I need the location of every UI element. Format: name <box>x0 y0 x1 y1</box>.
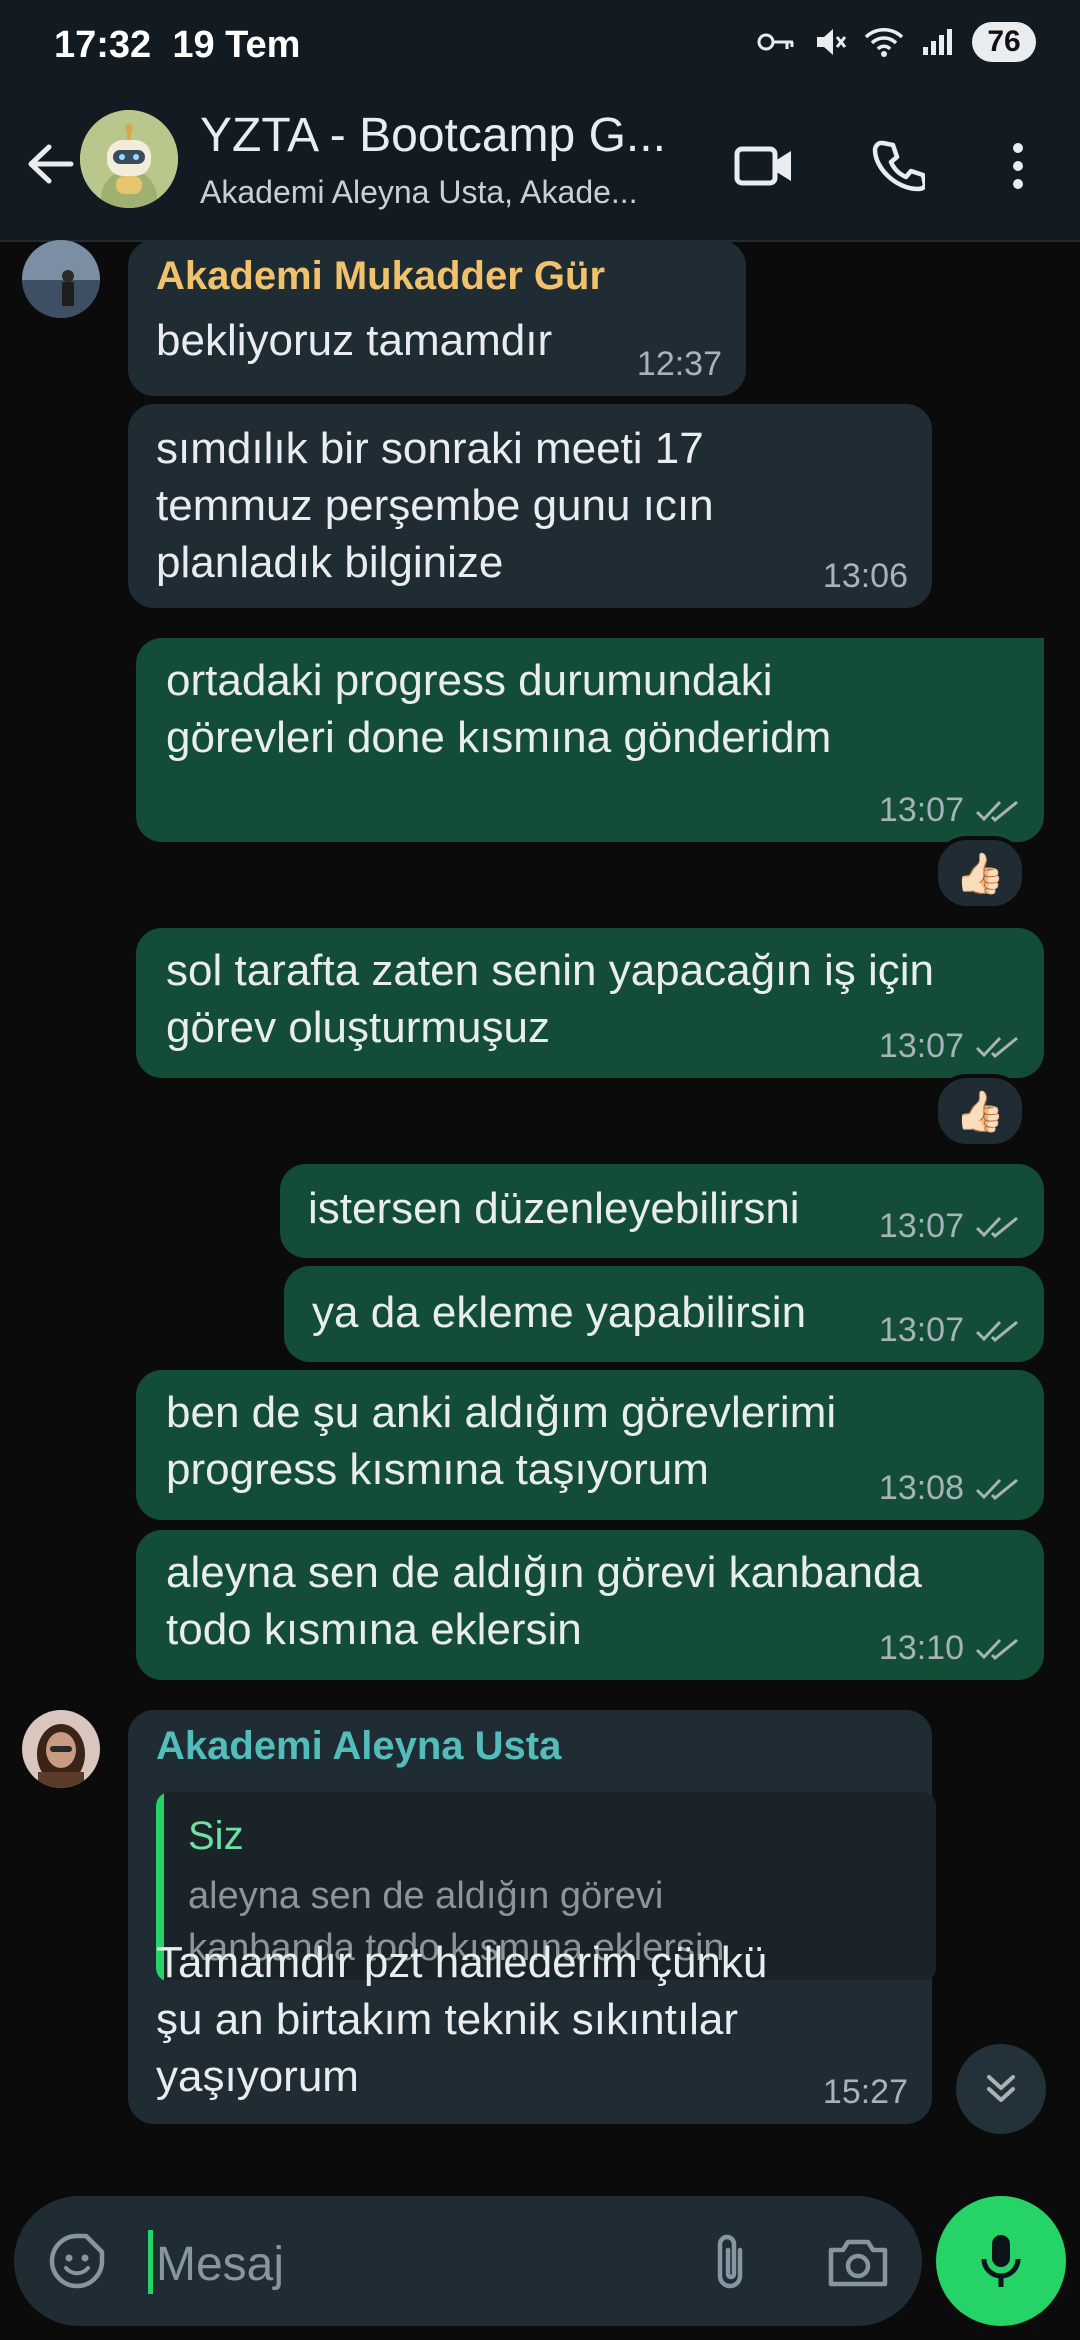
reaction-badge[interactable]: 👍🏻 <box>934 836 1026 910</box>
paperclip-icon <box>717 2234 743 2289</box>
message-composer <box>14 2196 922 2326</box>
chat-members[interactable]: Akademi Aleyna Usta, Akade... <box>200 174 680 211</box>
double-check-icon <box>975 1478 1018 1500</box>
double-check-icon <box>975 1036 1018 1058</box>
voice-call-button[interactable] <box>858 126 938 206</box>
message-text: ya da ekleme yapabilirsin <box>312 1288 807 1337</box>
message-time: 13:07 <box>878 1311 964 1349</box>
scroll-to-bottom-button[interactable] <box>956 2044 1046 2134</box>
signal-icon <box>918 22 958 62</box>
status-bar: 17:32 19 Tem 76 <box>0 0 1080 96</box>
message-text: ben de şu anki aldığım görevlerimi progr… <box>166 1388 837 1494</box>
message-bubble-outgoing[interactable]: ortadaki progress durumundaki görevleri … <box>136 638 1044 842</box>
chat-title[interactable]: YZTA - Bootcamp G... <box>200 108 700 163</box>
text-cursor <box>148 2230 153 2294</box>
sender-name[interactable]: Akademi Aleyna Usta <box>156 1724 561 1769</box>
message-list[interactable]: Akademi Mukadder Gür bekliyoruz tamamdır… <box>0 240 1080 2190</box>
sender-avatar-aleyna[interactable] <box>22 1710 100 1788</box>
message-text: aleyna sen de aldığın görevi kanbanda to… <box>166 1548 922 1654</box>
message-time: 13:07 <box>878 791 964 829</box>
sender-avatar-mukadder[interactable] <box>22 240 100 318</box>
voice-message-button[interactable] <box>936 2196 1066 2326</box>
double-check-icon <box>975 1638 1018 1660</box>
camera-button[interactable] <box>818 2224 898 2300</box>
message-time: 15:27 <box>822 2073 908 2111</box>
message-time: 13:08 <box>878 1469 964 1507</box>
message-text: sol tarafta zaten senin yapacağın iş içi… <box>166 946 935 1052</box>
message-time: 13:10 <box>878 1629 964 1667</box>
microphone-icon <box>981 2235 1021 2287</box>
message-time: 12:37 <box>636 345 722 383</box>
double-chevron-down-icon <box>987 2075 1015 2102</box>
double-check-icon <box>975 1216 1018 1238</box>
message-meta: 12:37 <box>637 345 722 384</box>
status-icons: 76 <box>756 22 1036 62</box>
message-text: Tamamdır pzt hallederim çünkü şu an birt… <box>156 1938 768 2101</box>
message-text: bekliyoruz tamamdır <box>156 316 553 365</box>
vpn-key-icon <box>756 22 796 62</box>
group-avatar[interactable] <box>80 110 178 208</box>
emoji-sticker-button[interactable] <box>42 2226 112 2296</box>
message-bubble-outgoing[interactable]: ya da ekleme yapabilirsin 13:07 <box>284 1266 1044 1362</box>
message-meta: 15:27 <box>823 2073 908 2112</box>
message-meta: 13:07 <box>879 1027 1020 1066</box>
quote-author: Siz <box>188 1814 244 1858</box>
message-meta: 13:06 <box>823 557 908 596</box>
more-vertical-icon <box>1013 143 1023 189</box>
double-check-icon <box>975 800 1018 822</box>
camera-icon <box>828 2239 888 2287</box>
wifi-icon <box>864 22 904 62</box>
message-bubble-outgoing[interactable]: aleyna sen de aldığın görevi kanbanda to… <box>136 1530 1044 1680</box>
message-time: 13:07 <box>878 1207 964 1245</box>
message-bubble-incoming[interactable]: Akademi Mukadder Gür bekliyoruz tamamdır… <box>128 240 746 396</box>
attach-button[interactable] <box>692 2224 768 2300</box>
message-input[interactable] <box>154 2232 678 2296</box>
phone-icon <box>872 140 925 192</box>
message-bubble-outgoing[interactable]: sol tarafta zaten senin yapacağın iş içi… <box>136 928 1044 1078</box>
message-meta: 13:07 <box>879 1207 1020 1246</box>
message-meta: 13:10 <box>879 1629 1020 1668</box>
sender-name[interactable]: Akademi Mukadder Gür <box>156 254 605 299</box>
video-call-button[interactable] <box>724 126 804 206</box>
battery-level: 76 <box>972 22 1036 62</box>
message-meta: 13:07 <box>879 1311 1020 1350</box>
arrow-back-icon <box>28 144 74 184</box>
video-camera-icon <box>734 146 791 186</box>
sticker-icon <box>49 2233 105 2289</box>
reaction-badge[interactable]: 👍🏻 <box>934 1074 1026 1148</box>
status-date: 19 Tem <box>172 24 301 66</box>
message-text: sımdılık bir sonraki meeti 17 temmuz per… <box>156 424 714 587</box>
chat-header: YZTA - Bootcamp G... Akademi Aleyna Usta… <box>0 96 1080 242</box>
message-meta: 13:07 <box>879 791 1020 830</box>
more-options-button[interactable] <box>978 126 1058 206</box>
message-bubble-incoming[interactable]: sımdılık bir sonraki meeti 17 temmuz per… <box>128 404 932 608</box>
status-time-date: 17:32 19 Tem <box>54 24 300 67</box>
double-check-icon <box>975 1320 1018 1342</box>
message-text: ortadaki progress durumundaki görevleri … <box>166 656 832 762</box>
message-time: 13:07 <box>878 1027 964 1065</box>
message-meta: 13:08 <box>879 1469 1020 1508</box>
status-time: 17:32 <box>54 24 152 66</box>
back-button[interactable] <box>18 132 82 196</box>
message-time: 13:06 <box>822 557 908 595</box>
message-bubble-incoming-reply-body[interactable]: Tamamdır pzt hallederim çünkü şu an birt… <box>128 1938 932 2124</box>
message-text: istersen düzenleyebilirsni <box>308 1184 800 1233</box>
mute-icon <box>810 22 850 62</box>
message-bubble-outgoing[interactable]: istersen düzenleyebilirsni 13:07 <box>280 1164 1044 1258</box>
message-bubble-outgoing[interactable]: ben de şu anki aldığım görevlerimi progr… <box>136 1370 1044 1520</box>
